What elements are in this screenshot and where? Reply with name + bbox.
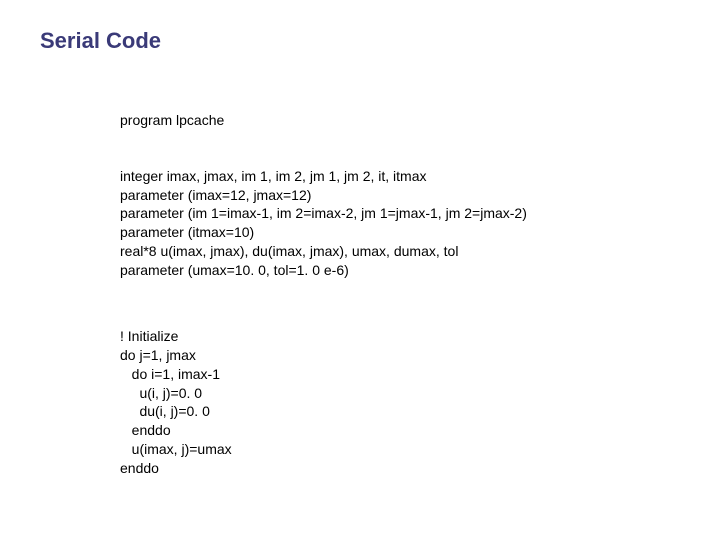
slide-title: Serial Code — [40, 28, 720, 54]
code-block: program lpcache integer imax, jmax, im 1… — [120, 92, 720, 478]
code-line: ! Initialize — [120, 328, 178, 344]
blank-line — [120, 280, 720, 308]
slide-page: Serial Code program lpcache integer imax… — [0, 0, 720, 540]
code-line: do j=1, jmax — [120, 347, 196, 363]
code-line: do i=1, imax-1 — [120, 366, 220, 382]
code-line: parameter (itmax=10) — [120, 224, 254, 240]
blank-line — [120, 130, 720, 148]
code-line: parameter (im 1=imax-1, im 2=imax-2, jm … — [120, 205, 527, 221]
code-line: parameter (umax=10. 0, tol=1. 0 e-6) — [120, 262, 349, 278]
code-line: u(imax, j)=umax — [120, 441, 232, 457]
code-line: program lpcache — [120, 112, 224, 128]
code-line: parameter (imax=12, jmax=12) — [120, 187, 311, 203]
code-line: integer imax, jmax, im 1, im 2, jm 1, jm… — [120, 168, 427, 184]
code-line: real*8 u(imax, jmax), du(imax, jmax), um… — [120, 243, 458, 259]
code-line: enddo — [120, 460, 159, 476]
code-line: enddo — [120, 422, 171, 438]
code-line: du(i, j)=0. 0 — [120, 403, 210, 419]
code-line: u(i, j)=0. 0 — [120, 385, 202, 401]
